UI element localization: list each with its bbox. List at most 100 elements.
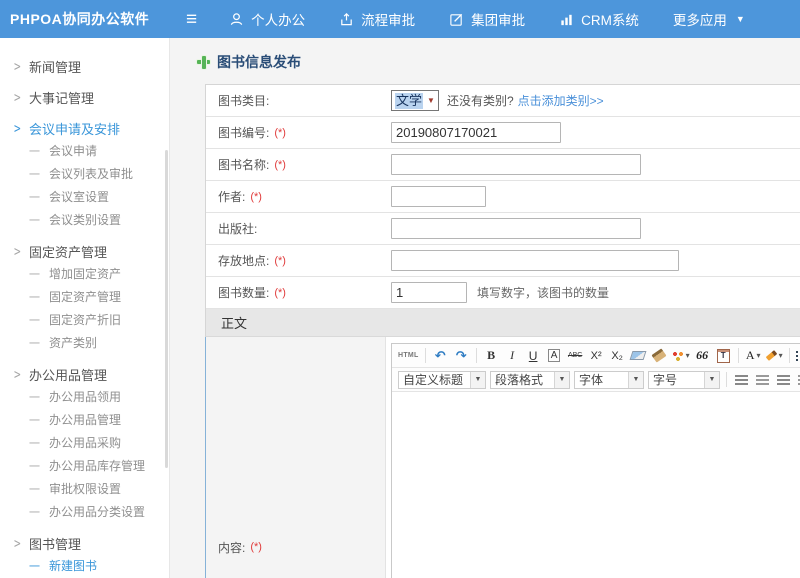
html-source-icon[interactable]: HTML	[398, 347, 419, 365]
form-label: 图书名称:	[218, 156, 269, 173]
editor-content-area[interactable]	[392, 392, 800, 578]
book-quantity-input[interactable]	[391, 282, 467, 303]
italic-icon[interactable]: I	[504, 347, 521, 365]
subscript-icon[interactable]: X₂	[609, 347, 626, 365]
form-value-cell	[386, 218, 800, 239]
sidebar-item-9[interactable]: 一增加固定资产	[0, 262, 169, 285]
toolbar-separator	[789, 348, 790, 363]
sidebar-item-label: 办公用品分类设置	[49, 503, 145, 520]
content-label-cell: 内容: (*)	[206, 337, 386, 578]
chevron-right-icon: >	[14, 58, 29, 75]
underline-icon[interactable]: U	[525, 347, 542, 365]
quantity-hint-text: 填写数字，该图书的数量	[477, 284, 609, 301]
font-size-select[interactable]: 字号▼	[648, 371, 720, 389]
undo-icon[interactable]: ↶	[432, 347, 449, 365]
sidebar-item-17[interactable]: 一办公用品库存管理	[0, 454, 169, 477]
form-label: 图书数量:	[218, 284, 269, 301]
book-name-input[interactable]	[391, 154, 641, 175]
top-navigation-bar: PHPOA协同办公软件 ≡ 个人办公流程审批集团审批CRM系统更多应用▼	[0, 0, 800, 38]
sidebar-item-21[interactable]: 一新建图书	[0, 554, 169, 577]
sidebar-item-15[interactable]: 一办公用品管理	[0, 408, 169, 431]
form-label: 出版社:	[218, 220, 257, 237]
form-value-cell: 文学▼还没有类别?点击添加类别>>	[386, 90, 800, 111]
process-approval-icon	[339, 12, 354, 27]
chevron-right-icon: >	[14, 366, 29, 383]
top-nav-menu: 个人办公 流程审批 集团审批 CRM系统 更多应用▼	[229, 9, 779, 29]
paragraph-format-select[interactable]: 段落格式▼	[490, 371, 570, 389]
sidebar-item-label: 会议类别设置	[49, 211, 121, 228]
sidebar-item-label: 固定资产管理	[49, 288, 121, 305]
form-value-cell: 填写数字，该图书的数量	[386, 282, 800, 303]
topnav-item-1[interactable]: 个人办公	[229, 9, 305, 29]
select-label: 字号	[653, 371, 677, 388]
highlight-icon[interactable]: ▾	[766, 347, 783, 365]
dash-icon: 一	[29, 412, 40, 428]
sidebar-item-label: 固定资产折旧	[49, 311, 121, 328]
sidebar-item-10[interactable]: 一固定资产管理	[0, 285, 169, 308]
custom-heading-select[interactable]: 自定义标题▼	[398, 371, 486, 389]
book-category-select[interactable]: 文学▼	[391, 90, 439, 111]
sidebar-item-1[interactable]: >新闻管理	[0, 55, 169, 77]
form-row-book-number: 图书编号:(*)	[206, 117, 800, 149]
format-brush-icon[interactable]	[651, 347, 668, 365]
font-family-select[interactable]: 字体▼	[574, 371, 644, 389]
form-label-cell: 图书编号:(*)	[206, 124, 386, 141]
ordered-list-icon[interactable]: ▾	[796, 347, 800, 365]
publisher-input[interactable]	[391, 218, 641, 239]
sidebar-item-13[interactable]: >办公用品管理	[0, 363, 169, 385]
sidebar-item-label: 办公用品领用	[49, 388, 121, 405]
topnav-item-5[interactable]: 更多应用▼	[673, 9, 745, 29]
form-row-book-quantity: 图书数量:(*)填写数字，该图书的数量	[206, 277, 800, 309]
superscript-icon[interactable]: X²	[588, 347, 605, 365]
author-input[interactable]	[391, 186, 486, 207]
dash-icon: 一	[29, 212, 40, 228]
sidebar-item-14[interactable]: 一办公用品领用	[0, 385, 169, 408]
sidebar-item-6[interactable]: 一会议室设置	[0, 185, 169, 208]
sidebar-item-7[interactable]: 一会议类别设置	[0, 208, 169, 231]
redo-icon[interactable]: ↷	[453, 347, 470, 365]
form-value-cell	[386, 186, 800, 207]
align-left-icon[interactable]	[733, 371, 750, 389]
topnav-item-4[interactable]: CRM系统	[559, 9, 639, 29]
bold-icon[interactable]: B	[483, 347, 500, 365]
blockquote-icon[interactable]: 66	[694, 347, 711, 365]
add-category-link[interactable]: 点击添加类别>>	[518, 92, 604, 109]
topnav-label: 流程审批	[361, 9, 415, 29]
topnav-item-2[interactable]: 流程审批	[339, 9, 415, 29]
sidebar-item-4[interactable]: 一会议申请	[0, 139, 169, 162]
sidebar-item-18[interactable]: 一审批权限设置	[0, 477, 169, 500]
form-label: 存放地点:	[218, 252, 269, 269]
sidebar-item-12[interactable]: 一资产类别	[0, 331, 169, 354]
sidebar-item-5[interactable]: 一会议列表及审批	[0, 162, 169, 185]
eraser-icon[interactable]	[630, 347, 647, 365]
sidebar-item-3[interactable]: >会议申请及安排	[0, 117, 169, 139]
sidebar-item-11[interactable]: 一固定资产折旧	[0, 308, 169, 331]
edit-pen-icon	[449, 12, 464, 27]
dash-icon: 一	[29, 435, 40, 451]
sidebar-item-label: 会议申请	[49, 142, 97, 159]
font-color-icon[interactable]: A▾	[745, 347, 762, 365]
strikethrough-icon[interactable]: ABC	[567, 347, 584, 365]
section-header-body-text: 正文	[206, 309, 800, 337]
book-number-input[interactable]	[391, 122, 561, 143]
sidebar-item-16[interactable]: 一办公用品采购	[0, 431, 169, 454]
font-box-icon[interactable]: A	[546, 347, 563, 365]
form-row-author: 作者:(*)	[206, 181, 800, 213]
sidebar-scrollbar[interactable]	[165, 150, 168, 468]
align-center-icon[interactable]	[754, 371, 771, 389]
storage-location-input[interactable]	[391, 250, 679, 271]
toolbar-separator	[738, 348, 739, 363]
page-title-text: 图书信息发布	[217, 52, 301, 72]
color-palette-icon[interactable]: ▾	[672, 347, 690, 365]
sidebar-item-2[interactable]: >大事记管理	[0, 86, 169, 108]
hamburger-menu-icon[interactable]: ≡	[178, 10, 205, 29]
sidebar-item-label: 办公用品管理	[29, 365, 107, 384]
justify-icon[interactable]	[796, 371, 800, 389]
paste-text-icon[interactable]: T	[715, 347, 732, 365]
form-label-cell: 作者:(*)	[206, 188, 386, 205]
sidebar-item-8[interactable]: >固定资产管理	[0, 240, 169, 262]
topnav-item-3[interactable]: 集团审批	[449, 9, 525, 29]
align-right-icon[interactable]	[775, 371, 792, 389]
sidebar-item-19[interactable]: 一办公用品分类设置	[0, 500, 169, 523]
sidebar-item-20[interactable]: >图书管理	[0, 532, 169, 554]
